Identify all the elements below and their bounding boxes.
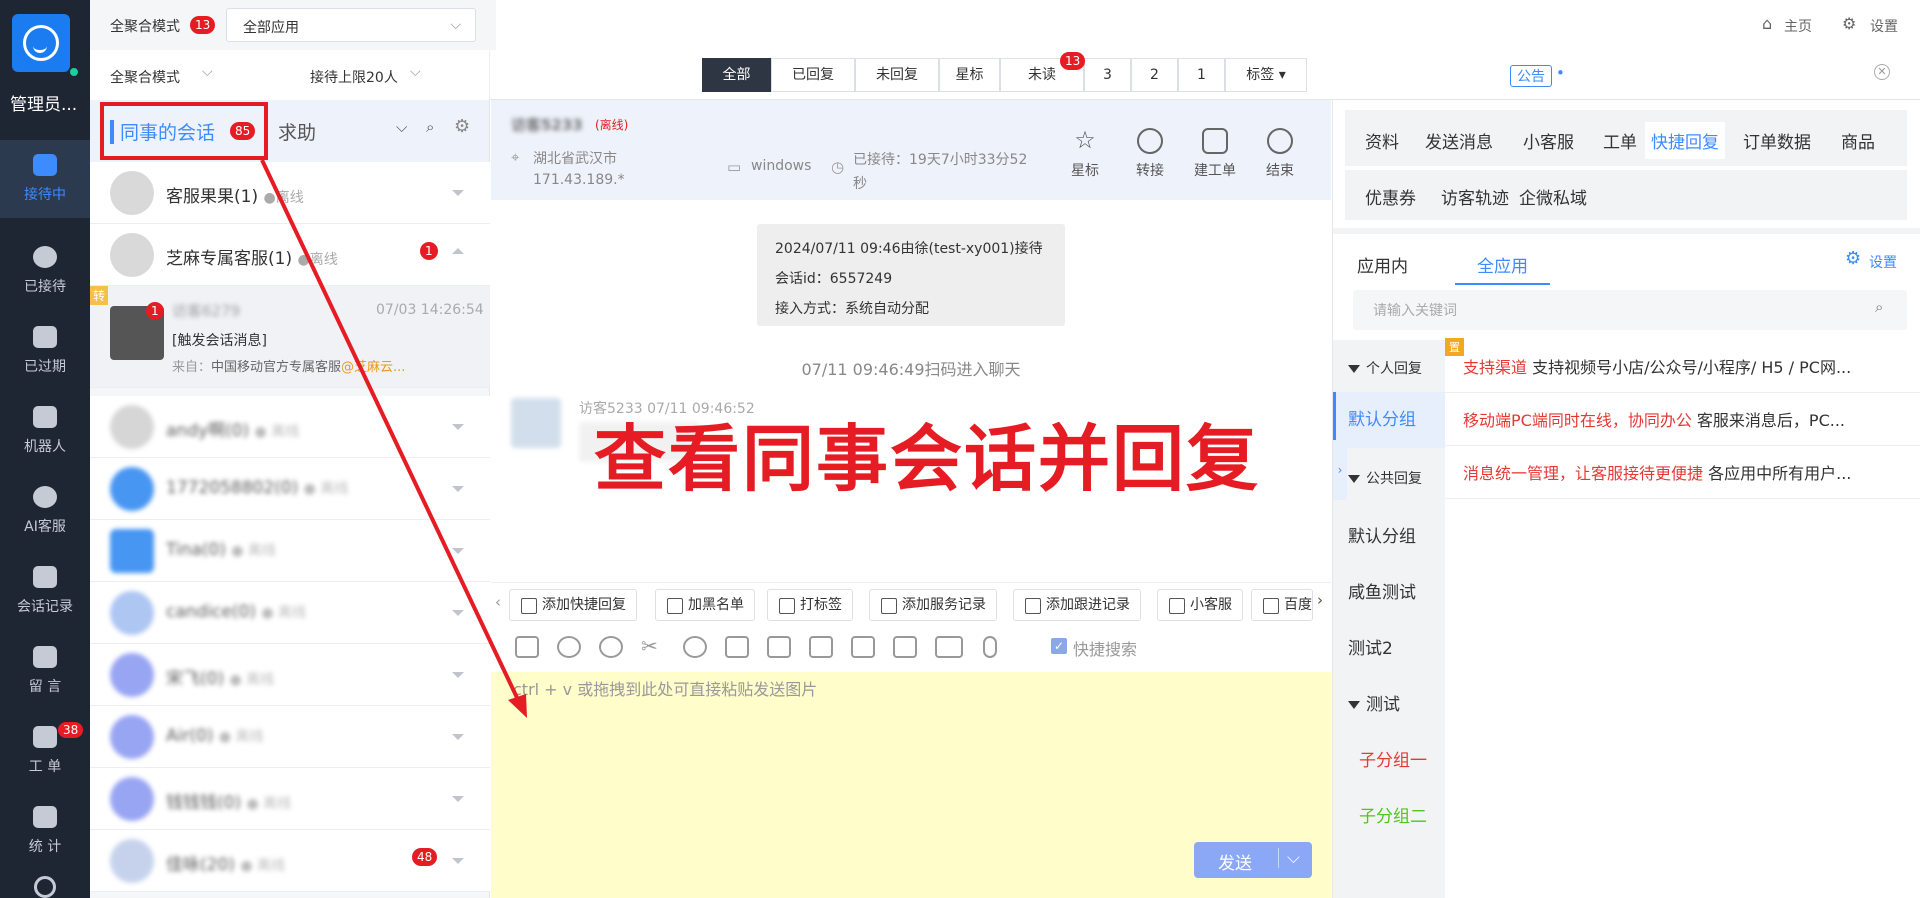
annotation-arrow (260, 159, 527, 718)
